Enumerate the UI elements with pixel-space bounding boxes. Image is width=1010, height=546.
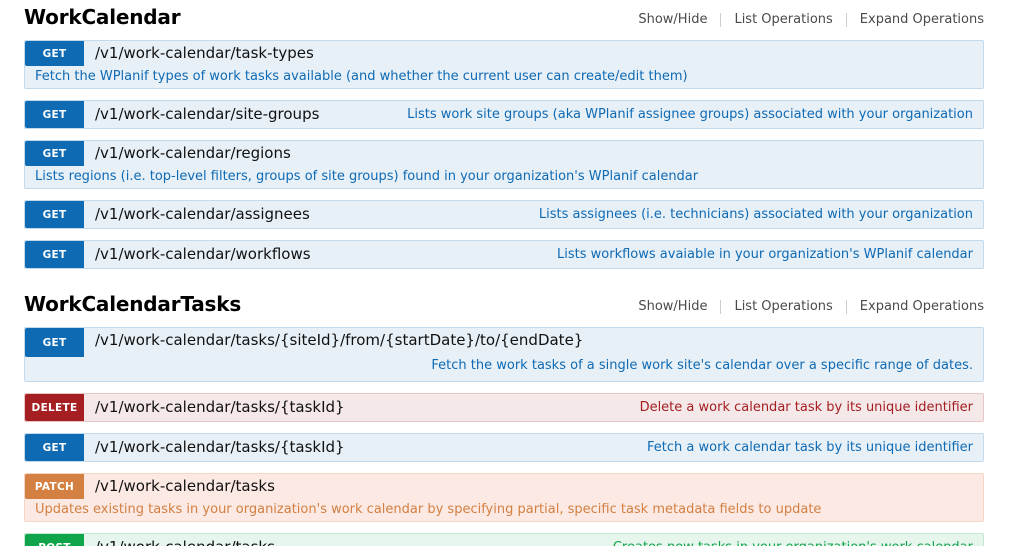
endpoint-path-link[interactable]: /v1/work-calendar/regions	[84, 141, 983, 166]
api-docs-page: WorkCalendar Show/Hide List Operations E…	[0, 0, 1010, 546]
show-hide-link[interactable]: Show/Hide	[638, 299, 720, 314]
endpoint-path-link[interactable]: /v1/work-calendar/tasks	[84, 535, 603, 546]
endpoint-description-link[interactable]: Updates existing tasks in your organizat…	[25, 499, 831, 521]
endpoint-description-link[interactable]: Lists workflows avaiable in your organiz…	[547, 244, 983, 266]
operation-row[interactable]: DELETE /v1/work-calendar/tasks/{taskId} …	[24, 393, 984, 422]
operation-row[interactable]: GET /v1/work-calendar/regions Lists regi…	[24, 140, 984, 189]
endpoint-path-link[interactable]: /v1/work-calendar/assignees	[84, 202, 529, 227]
endpoint-description-link[interactable]: Fetch the work tasks of a single work si…	[25, 357, 983, 381]
show-hide-link[interactable]: Show/Hide	[638, 12, 720, 27]
http-method-badge: GET	[25, 101, 84, 128]
http-method-badge: GET	[25, 141, 84, 166]
resource-title: WorkCalendar	[24, 5, 180, 29]
operation-row[interactable]: GET /v1/work-calendar/workflows Lists wo…	[24, 240, 984, 269]
endpoint-description-link[interactable]: Lists regions (i.e. top-level filters, g…	[25, 166, 708, 188]
endpoint-path-link[interactable]: /v1/work-calendar/tasks/{taskId}	[84, 395, 630, 420]
http-method-badge: GET	[25, 434, 84, 461]
section-header: WorkCalendar Show/Hide List Operations E…	[24, 5, 984, 29]
section-controls: Show/Hide List Operations Expand Operati…	[638, 12, 984, 29]
endpoint-description-link[interactable]: Delete a work calendar task by its uniqu…	[630, 397, 983, 419]
endpoint-path-link[interactable]: /v1/work-calendar/workflows	[84, 242, 547, 267]
section-header: WorkCalendarTasks Show/Hide List Operati…	[24, 292, 984, 316]
http-method-badge: DELETE	[25, 394, 84, 421]
endpoint-path-link[interactable]: /v1/work-calendar/task-types	[84, 41, 983, 66]
operation-row[interactable]: GET /v1/work-calendar/assignees Lists as…	[24, 200, 984, 229]
http-method-badge: GET	[25, 241, 84, 268]
operation-row[interactable]: GET /v1/work-calendar/site-groups Lists …	[24, 100, 984, 129]
endpoint-description-link[interactable]: Lists work site groups (aka WPlanif assi…	[397, 104, 983, 126]
endpoint-description-link[interactable]: Fetch the WPlanif types of work tasks av…	[25, 66, 698, 88]
resource-section-workcalendartasks: WorkCalendarTasks Show/Hide List Operati…	[24, 292, 984, 546]
resource-section-workcalendar: WorkCalendar Show/Hide List Operations E…	[24, 5, 984, 269]
endpoint-path-link[interactable]: /v1/work-calendar/site-groups	[84, 102, 397, 127]
endpoint-description-link[interactable]: Lists assignees (i.e. technicians) assoc…	[529, 204, 983, 226]
endpoint-path-link[interactable]: /v1/work-calendar/tasks/{siteId}/from/{s…	[84, 328, 983, 353]
http-method-badge: PATCH	[25, 474, 84, 499]
expand-operations-link[interactable]: Expand Operations	[847, 299, 984, 314]
http-method-badge: GET	[25, 201, 84, 228]
section-controls: Show/Hide List Operations Expand Operati…	[638, 299, 984, 316]
operation-row[interactable]: POST /v1/work-calendar/tasks Creates new…	[24, 533, 984, 546]
operation-row[interactable]: GET /v1/work-calendar/tasks/{taskId} Fet…	[24, 433, 984, 462]
operation-row[interactable]: GET /v1/work-calendar/task-types Fetch t…	[24, 40, 984, 89]
list-operations-link[interactable]: List Operations	[721, 12, 845, 27]
expand-operations-link[interactable]: Expand Operations	[847, 12, 984, 27]
resource-title: WorkCalendarTasks	[24, 292, 241, 316]
operation-row[interactable]: PATCH /v1/work-calendar/tasks Updates ex…	[24, 473, 984, 522]
http-method-badge: GET	[25, 41, 84, 66]
list-operations-link[interactable]: List Operations	[721, 299, 845, 314]
endpoint-description-link[interactable]: Creates new tasks in your organization's…	[603, 537, 983, 546]
endpoint-path-link[interactable]: /v1/work-calendar/tasks	[84, 474, 983, 499]
operation-row[interactable]: GET /v1/work-calendar/tasks/{siteId}/fro…	[24, 327, 984, 382]
http-method-badge: GET	[25, 328, 84, 357]
endpoint-description-link[interactable]: Fetch a work calendar task by its unique…	[637, 437, 983, 459]
endpoint-path-link[interactable]: /v1/work-calendar/tasks/{taskId}	[84, 435, 637, 460]
http-method-badge: POST	[25, 534, 84, 546]
